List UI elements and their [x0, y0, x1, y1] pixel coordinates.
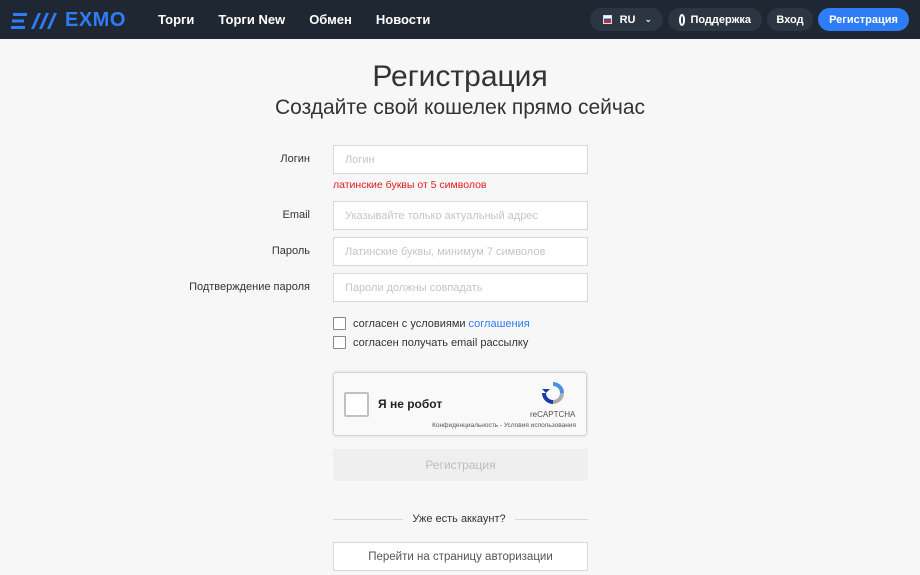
have-account-text: Уже есть аккаунт?: [412, 513, 506, 525]
nav-exchange[interactable]: Обмен: [309, 12, 352, 27]
exmo-logo[interactable]: EXMO: [11, 9, 126, 32]
newsletter-text: согласен получать email рассылку: [353, 336, 529, 349]
nav-trade-new[interactable]: Торги New: [218, 12, 285, 27]
terms-text: согласен с условиями: [353, 317, 466, 330]
page-title: Регистрация: [372, 60, 548, 93]
chevron-down-icon: ⌄: [644, 14, 652, 24]
confirm-password-input[interactable]: [333, 273, 588, 302]
password-input[interactable]: [333, 237, 588, 266]
divider-left: [333, 519, 403, 520]
password-label: Пароль: [271, 245, 310, 257]
support-label: Поддержка: [690, 13, 751, 26]
login-label: Вход: [776, 13, 804, 26]
language-label: RU: [619, 13, 636, 26]
email-input[interactable]: [333, 201, 588, 230]
login-button[interactable]: Вход: [767, 8, 813, 31]
recaptcha-brand: reCAPTCHA: [530, 410, 576, 419]
logo-text: EXMO: [65, 9, 126, 31]
top-navbar: EXMO Торги Торги New Обмен Новости RU ⌄ …: [0, 0, 920, 39]
terms-link[interactable]: соглашения: [469, 318, 530, 330]
register-header-label: Регистрация: [829, 13, 898, 26]
recaptcha-links[interactable]: Конфиденциальность - Условия использован…: [432, 422, 576, 429]
page-subtitle: Создайте свой кошелек прямо сейчас: [274, 96, 646, 119]
newsletter-checkbox[interactable]: [333, 336, 346, 349]
terms-checkbox[interactable]: [333, 317, 346, 330]
divider-right: [515, 519, 588, 520]
support-button[interactable]: Поддержка: [668, 8, 762, 31]
language-selector[interactable]: RU ⌄: [590, 8, 663, 31]
confirm-password-label: Подтверждение пароля: [189, 281, 310, 293]
terms-row: согласен с условиями соглашения: [333, 317, 530, 330]
recaptcha-widget: Я не робот reCAPTCHA Конфиденциальность …: [333, 372, 587, 436]
login-input[interactable]: [333, 145, 588, 174]
recaptcha-icon: [542, 382, 564, 404]
exmo-logo-icon: [11, 12, 57, 29]
recaptcha-label: Я не робот: [378, 397, 443, 411]
email-label: Email: [282, 209, 310, 221]
login-label: Логин: [280, 153, 310, 165]
recaptcha-checkbox[interactable]: [344, 392, 369, 417]
goto-login-button[interactable]: Перейти на страницу авторизации: [333, 542, 588, 571]
nav-news[interactable]: Новости: [376, 12, 431, 27]
register-submit-button[interactable]: Регистрация: [333, 449, 588, 481]
register-header-button[interactable]: Регистрация: [818, 8, 909, 31]
login-hint: латинские буквы от 5 символов: [333, 179, 487, 191]
main-nav: Торги Торги New Обмен Новости: [158, 0, 454, 39]
russia-flag-icon: [603, 15, 612, 24]
support-icon: [679, 13, 686, 26]
nav-trade[interactable]: Торги: [158, 12, 194, 27]
header-actions: RU ⌄ Поддержка Вход Регистрация: [585, 8, 909, 31]
newsletter-row: согласен получать email рассылку: [333, 336, 528, 349]
